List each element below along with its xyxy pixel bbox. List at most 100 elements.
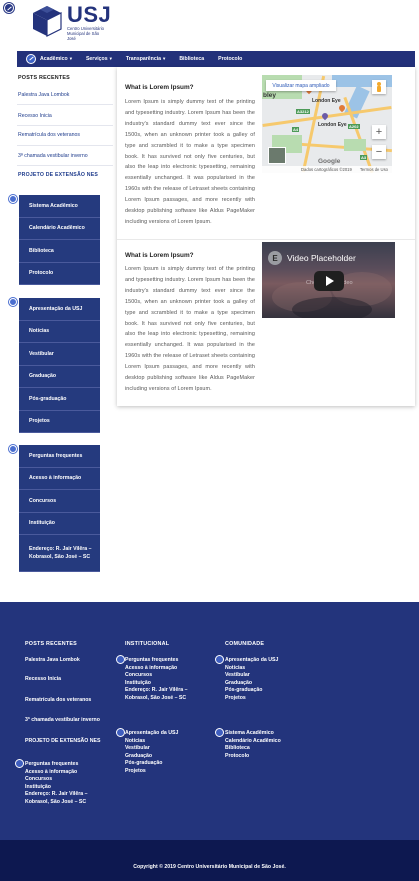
footer-post-link[interactable]: 3ª chamada vestibular inverno [25, 717, 100, 723]
footer-link[interactable]: Protocolo [225, 753, 281, 759]
footer-post-link[interactable]: Recesso Inicia [25, 676, 61, 682]
footer-links-list: Perguntas frequentes Acesso à informação… [25, 761, 87, 805]
footer-link[interactable]: Notícias [225, 665, 278, 671]
map-zoom-out-button[interactable]: − [372, 145, 386, 159]
google-logo: Google [318, 158, 341, 165]
edit-badge-icon[interactable] [4, 3, 14, 13]
sidebar-button-perguntas[interactable]: Perguntas frequentes [19, 445, 100, 468]
edit-badge-icon[interactable] [15, 759, 24, 768]
section-title: What is Lorem Ipsum? [125, 84, 194, 91]
footer-link[interactable]: Vestibular [125, 745, 178, 751]
footer-post-link[interactable]: Rematrícula dos veteranos [25, 697, 91, 703]
footer-link[interactable]: Pós-graduação [225, 687, 278, 693]
nav-item-servicos[interactable]: Serviços ▾ [86, 56, 112, 62]
footer-link[interactable]: Instituição [125, 680, 187, 686]
sidebar-button-projetos[interactable]: Projetos [19, 410, 100, 433]
footer-link[interactable]: Biblioteca [225, 745, 281, 751]
edit-badge-icon[interactable] [26, 54, 36, 64]
footer-link[interactable]: Kobrasol, São José – SC [125, 695, 187, 701]
footer-link[interactable]: Kobrasol, São José – SC [25, 799, 87, 805]
elementor-logo-icon: E [268, 251, 282, 265]
footer-link[interactable]: Apresentação da USJ [125, 730, 178, 736]
site-logo[interactable]: USJ Centro Universitário Municipal de Sã… [31, 4, 111, 41]
sidebar-button-instituicao[interactable]: Instituição [19, 512, 100, 535]
sidebar-button-concursos[interactable]: Concursos [19, 490, 100, 513]
footer-link[interactable]: Pós-graduação [125, 760, 178, 766]
footer-post-link[interactable]: Palestra Java Lombok [25, 657, 80, 663]
footer-link[interactable]: Endereço: R. Jair Vilêra – [125, 687, 187, 693]
section-body: Lorem Ipsum is simply dummy text of the … [125, 99, 255, 225]
play-button-icon[interactable] [314, 271, 344, 291]
video-player[interactable]: E Video Placeholder Choose your video [262, 242, 395, 318]
footer-heading: INSTITUCIONAL [125, 641, 170, 647]
footer-link[interactable]: Graduação [225, 680, 278, 686]
video-title: Video Placeholder [287, 253, 356, 263]
footer-project-link[interactable]: PROJETO DE EXTENSÃO NES [25, 738, 100, 744]
sidebar-button-pos-graduacao[interactable]: Pós-graduação [19, 388, 100, 411]
footer-bottom-bar: Copyright © 2019 Centro Universitário Mu… [0, 840, 419, 881]
sidebar-post-link[interactable]: Rematrícula dos veteranos [18, 132, 80, 138]
edit-badge-icon[interactable] [9, 445, 17, 453]
edit-badge-icon[interactable] [215, 655, 224, 664]
logo-subtitle: Centro Universitário Municipal de São Jo… [67, 26, 105, 41]
footer-link[interactable]: Perguntas frequentes [25, 761, 87, 767]
sidebar-button-calendario[interactable]: Calendário Acadêmico [19, 217, 100, 240]
sidebar-button-graduacao[interactable]: Graduação [19, 365, 100, 388]
footer-link[interactable]: Concursos [125, 672, 187, 678]
logo-cube-icon [31, 4, 63, 38]
footer-links-list: Apresentação da USJ Notícias Vestibular … [125, 730, 178, 774]
sidebar-button-acesso-informacao[interactable]: Acesso à informação [19, 467, 100, 490]
edit-badge-icon[interactable] [116, 728, 125, 737]
nav-item-protocolo[interactable]: Protocolo [218, 56, 242, 62]
sidebar-button-apresentacao[interactable]: Apresentação da USJ [19, 298, 100, 321]
sidebar-recent-heading: POSTS RECENTES [18, 75, 70, 81]
footer-link[interactable]: Concursos [25, 776, 87, 782]
footer-link[interactable]: Graduação [125, 753, 178, 759]
map-zoom-in-button[interactable]: + [372, 125, 386, 139]
footer-link[interactable]: Projetos [225, 695, 278, 701]
map-attribution-bar: Dados cartográficos ©2019 Termos de Uso [262, 166, 392, 173]
footer-link[interactable]: Vestibular [225, 672, 278, 678]
footer-link[interactable]: Notícias [125, 738, 178, 744]
sidebar-post-link[interactable]: 3ª chamada vestibular inverno [18, 153, 88, 159]
road-label: A4 [292, 127, 300, 132]
map-satellite-toggle[interactable] [268, 147, 286, 164]
map-place-label: London Eye [312, 98, 341, 104]
map-enlarge-link[interactable]: Visualizar mapa ampliado [266, 80, 336, 91]
footer-link[interactable]: Projetos [125, 768, 178, 774]
chevron-down-icon: ▾ [69, 56, 72, 61]
copyright-text: Copyright © 2019 Centro Universitário Mu… [133, 863, 286, 870]
sidebar-button-noticias[interactable]: Notícias [19, 320, 100, 343]
sidebar-project-link[interactable]: PROJETO DE EXTENSÃO NES [18, 172, 98, 178]
footer-link[interactable]: Instituição [25, 784, 87, 790]
footer-link[interactable]: Endereço: R. Jair Vilêra – [25, 791, 87, 797]
footer-link[interactable]: Calendário Acadêmico [225, 738, 281, 744]
edit-badge-icon[interactable] [9, 298, 17, 306]
street-view-pegman-icon[interactable] [372, 80, 386, 94]
nav-item-academico[interactable]: Acadêmico ▾ [40, 56, 72, 62]
map-terms-link[interactable]: Termos de Uso [360, 167, 388, 172]
footer-link[interactable]: Perguntas frequentes [125, 657, 187, 663]
footer-heading: COMUNIDADE [225, 641, 265, 647]
sidebar-address[interactable]: Endereço: R. Jair Vilêra – Kobrasol, São… [19, 535, 100, 572]
footer-link[interactable]: Apresentação da USJ [225, 657, 278, 663]
sidebar-post-link[interactable]: Palestra Java Lombok [18, 92, 69, 98]
embedded-map[interactable]: bley London Eye London Eye A3212 A4 A202… [262, 75, 392, 173]
quick-links-group-3: Perguntas frequentes Acesso à informação… [19, 445, 100, 572]
footer-links-list: Perguntas frequentes Acesso à informação… [125, 657, 187, 701]
footer-link[interactable]: Acesso à informação [25, 769, 87, 775]
section-body: Lorem Ipsum is simply dummy text of the … [125, 266, 255, 392]
sidebar-button-biblioteca[interactable]: Biblioteca [19, 240, 100, 263]
footer-link[interactable]: Acesso à informação [125, 665, 187, 671]
sidebar-button-vestibular[interactable]: Vestibular [19, 343, 100, 366]
sidebar-button-protocolo[interactable]: Protocolo [19, 262, 100, 285]
nav-item-transparencia[interactable]: Transparência ▾ [126, 56, 165, 62]
edit-badge-icon[interactable] [116, 655, 125, 664]
nav-item-biblioteca[interactable]: Biblioteca [179, 56, 204, 62]
sidebar-post-link[interactable]: Recesso Inicia [18, 113, 52, 119]
main-navigation: Acadêmico ▾ Serviços ▾ Transparência ▾ Bibl… [17, 51, 415, 67]
edit-badge-icon[interactable] [9, 195, 17, 203]
footer-link[interactable]: Sistema Acadêmico [225, 730, 281, 736]
edit-badge-icon[interactable] [215, 728, 224, 737]
sidebar-button-sistema-academico[interactable]: Sistema Acadêmico [19, 195, 100, 218]
